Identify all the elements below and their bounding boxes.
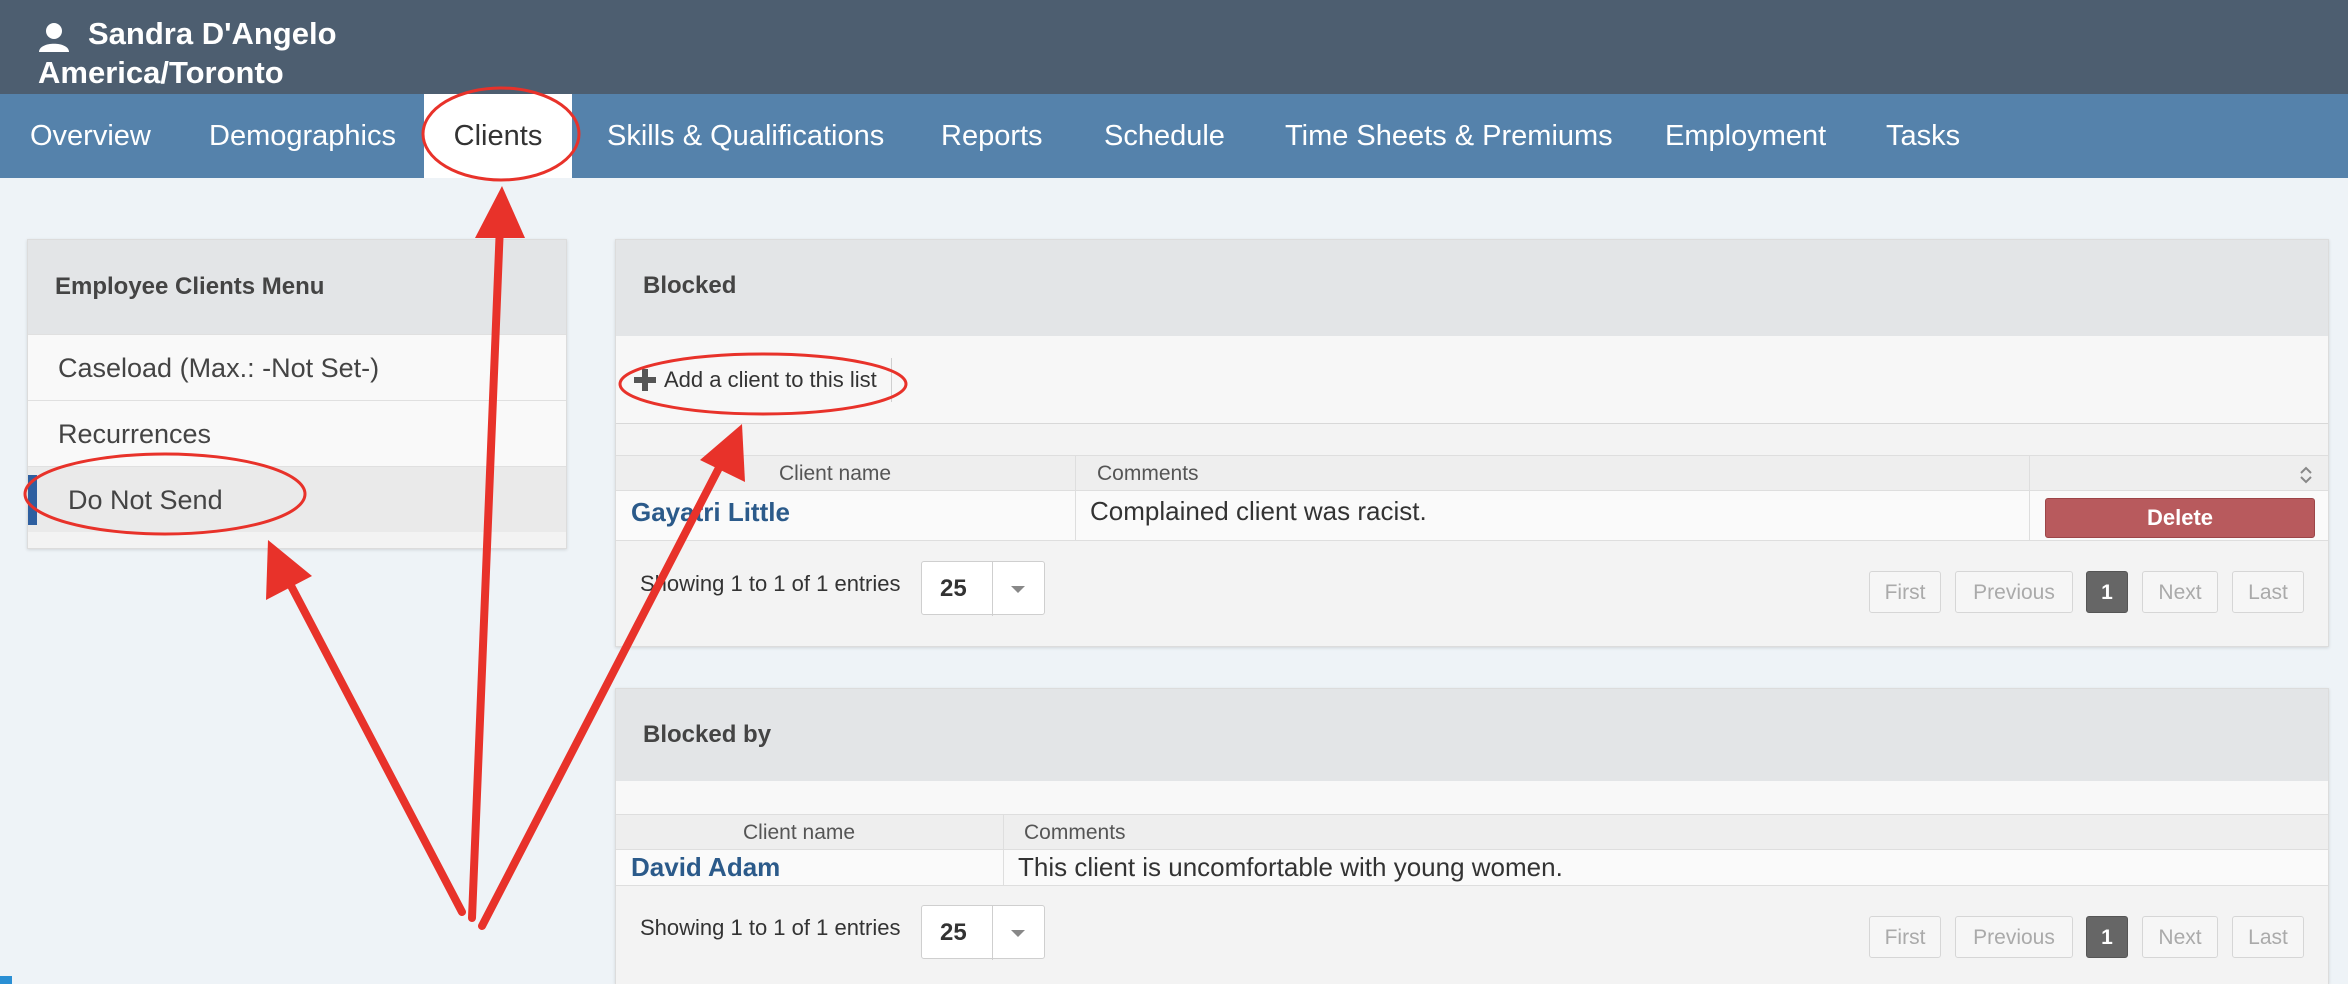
add-client-button[interactable]: Add a client to this list — [628, 358, 892, 402]
annotation-arrowhead — [266, 540, 312, 600]
add-client-label: Add a client to this list — [664, 367, 877, 392]
user-name: Sandra D'Angelo — [88, 16, 337, 51]
chevron-down-icon — [1011, 930, 1025, 937]
client-name-link[interactable]: Gayatri Little — [631, 497, 790, 528]
entries-info: Showing 1 to 1 of 1 entries — [640, 571, 901, 596]
blocked-by-title: Blocked by — [616, 689, 2328, 781]
sidebar-item-caseload[interactable]: Caseload (Max.: -Not Set-) — [28, 334, 566, 400]
page-size-select[interactable]: 25 — [921, 561, 1045, 616]
tab-reports[interactable]: Reports — [941, 94, 1043, 178]
chevron-down-icon — [1011, 586, 1025, 593]
app-header: Sandra D'Angelo America/Toronto — [0, 0, 2348, 94]
employee-clients-menu: Employee Clients Menu Caseload (Max.: -N… — [27, 239, 567, 549]
tab-tasks[interactable]: Tasks — [1886, 94, 1960, 178]
table-row: David Adam This client is uncomfortable … — [616, 850, 2328, 886]
user-icon — [39, 23, 69, 52]
blocked-by-panel: Blocked by Client name Comments David Ad… — [615, 688, 2329, 984]
column-comments[interactable]: Comments — [1024, 815, 1126, 851]
entries-info: Showing 1 to 1 of 1 entries — [640, 915, 901, 940]
user-timezone: America/Toronto — [38, 55, 284, 90]
page-size-value: 25 — [940, 575, 967, 602]
column-divider — [1075, 456, 1076, 490]
annotation-arrow-line — [284, 576, 466, 916]
blocked-toolbar: Add a client to this list — [616, 336, 2328, 424]
tab-clients[interactable]: Clients — [424, 94, 572, 178]
column-divider — [1003, 850, 1004, 885]
client-name-link[interactable]: David Adam — [631, 852, 780, 883]
comment-text: This client is uncomfortable with young … — [1018, 852, 1563, 882]
blocked-panel: Blocked Add a client to this list Client… — [615, 239, 2329, 647]
tab-overview[interactable]: Overview — [30, 94, 151, 178]
sort-icon[interactable] — [2298, 464, 2314, 486]
blocked-table-header: Client name Comments — [616, 455, 2328, 491]
page-size-value: 25 — [940, 919, 967, 946]
previous-page-button[interactable]: Previous — [1955, 916, 2073, 958]
first-page-button[interactable]: First — [1869, 571, 1941, 613]
tab-demographics[interactable]: Demographics — [209, 94, 396, 178]
column-divider — [1003, 815, 1004, 849]
page-size-select[interactable]: 25 — [921, 905, 1045, 960]
column-divider — [2029, 491, 2030, 540]
next-page-button[interactable]: Next — [2142, 571, 2218, 613]
page-1-button[interactable]: 1 — [2086, 571, 2128, 613]
select-divider — [992, 906, 993, 960]
column-client-name[interactable]: Client name — [779, 456, 891, 492]
delete-button[interactable]: Delete — [2045, 498, 2315, 538]
menu-title: Employee Clients Menu — [28, 240, 566, 334]
comment-text: Complained client was racist. — [1090, 496, 1427, 526]
tab-time-sheets-premiums[interactable]: Time Sheets & Premiums — [1285, 94, 1613, 178]
next-page-button[interactable]: Next — [2142, 916, 2218, 958]
last-page-button[interactable]: Last — [2232, 571, 2304, 613]
first-page-button[interactable]: First — [1869, 916, 1941, 958]
blocked-by-table-header: Client name Comments — [616, 814, 2328, 850]
table-row: Gayatri Little Complained client was rac… — [616, 491, 2328, 541]
column-client-name[interactable]: Client name — [743, 815, 855, 851]
column-divider — [1075, 491, 1076, 540]
blocked-title: Blocked — [616, 240, 2328, 336]
sidebar-item-do-not-send[interactable]: Do Not Send — [28, 466, 566, 532]
corner-marker — [0, 976, 12, 984]
tab-employment[interactable]: Employment — [1665, 94, 1826, 178]
tab-schedule[interactable]: Schedule — [1104, 94, 1225, 178]
annotation-arrowhead — [475, 186, 525, 238]
sidebar-item-recurrences[interactable]: Recurrences — [28, 400, 566, 466]
column-comments[interactable]: Comments — [1097, 456, 1199, 492]
page-1-button[interactable]: 1 — [2086, 916, 2128, 958]
main-nav: Overview Demographics Clients Skills & Q… — [0, 94, 2348, 178]
tab-skills-qualifications[interactable]: Skills & Qualifications — [607, 94, 884, 178]
last-page-button[interactable]: Last — [2232, 916, 2304, 958]
previous-page-button[interactable]: Previous — [1955, 571, 2073, 613]
select-divider — [992, 562, 993, 616]
plus-icon — [634, 369, 656, 391]
column-divider — [2029, 456, 2030, 490]
